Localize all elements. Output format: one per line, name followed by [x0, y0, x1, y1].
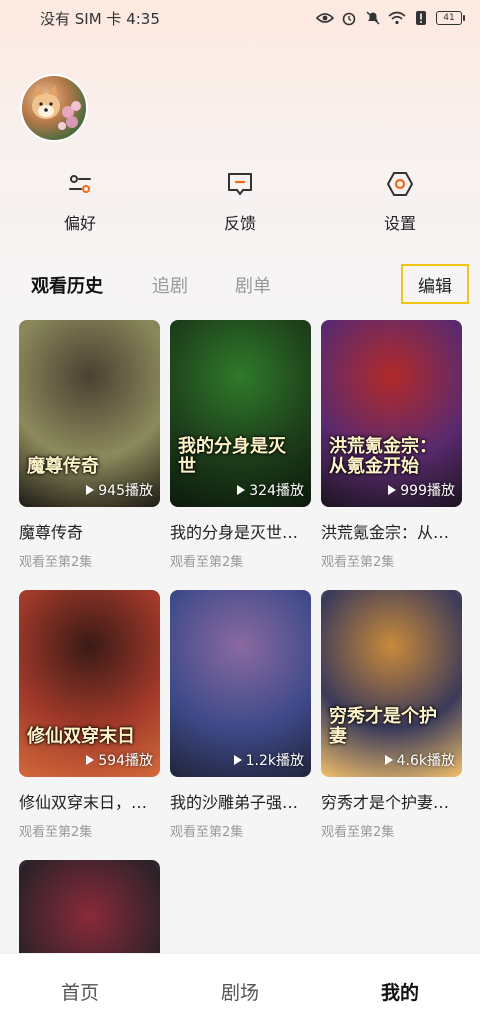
drama-cover: 1.2k播放 [170, 590, 311, 777]
drama-cover: 修仙双穿末日 594播放 [19, 590, 160, 777]
settings-icon [387, 172, 413, 196]
play-count: 1.2k播放 [233, 750, 304, 770]
settings-button[interactable]: 设置 [320, 170, 480, 240]
play-count: 999播放 [388, 480, 455, 500]
cover-art-title: 魔尊传奇 [27, 456, 99, 478]
preferences-icon [69, 175, 91, 193]
watch-progress: 观看至第2集 [19, 555, 93, 570]
play-icon [384, 755, 393, 765]
drama-title: 我的沙雕弟子强… [170, 793, 299, 812]
wifi-icon [388, 11, 406, 25]
drama-cover: 我的分身是灭世 324播放 [170, 320, 311, 507]
cover-art-title: 穷秀才是个护妻 [329, 706, 437, 748]
drama-title: 穷秀才是个护妻… [321, 793, 450, 812]
watch-progress: 观看至第2集 [321, 825, 395, 840]
settings-label: 设置 [383, 214, 416, 233]
feedback-label: 反馈 [223, 214, 256, 233]
alarm-icon [340, 11, 358, 26]
drama-title: 洪荒氪金宗：从… [321, 523, 450, 542]
tab-watch-history[interactable]: 观看历史 [31, 272, 103, 298]
user-avatar[interactable] [20, 74, 88, 142]
quick-actions: 偏好 反馈 设置 [0, 170, 480, 240]
drama-card[interactable]: 我的分身是灭世 324播放 我的分身是灭世… 观看至第2集 [170, 320, 311, 570]
status-bar: 没有 SIM 卡 4:35 41 [0, 0, 480, 36]
nav-home[interactable]: 首页 [0, 954, 160, 1027]
play-count: 594播放 [86, 750, 153, 770]
eye-icon [316, 11, 334, 25]
play-count: 324播放 [237, 480, 304, 500]
alert-icon [412, 11, 430, 25]
watch-progress: 观看至第2集 [170, 825, 244, 840]
mute-icon [364, 11, 382, 25]
cover-art-title: 修仙双穿末日 [27, 726, 135, 748]
feedback-button[interactable]: 反馈 [160, 170, 320, 240]
drama-cover: 魔尊传奇 945播放 [19, 320, 160, 507]
drama-title: 魔尊传奇 [19, 523, 84, 542]
preferences-button[interactable]: 偏好 [0, 170, 160, 240]
drama-cover: 洪荒氪金宗：从氪金开始 999播放 [321, 320, 462, 507]
history-tabs: 观看历史 追剧 剧单 编辑 [0, 264, 480, 306]
cover-art-title: 洪荒氪金宗：从氪金开始 [329, 436, 437, 478]
cover-art-title: 我的分身是灭世 [178, 436, 286, 478]
tab-following[interactable]: 追剧 [152, 272, 188, 298]
play-count: 4.6k播放 [384, 750, 455, 770]
play-count: 945播放 [86, 480, 153, 500]
battery-icon: 41 [436, 11, 465, 25]
play-icon [388, 485, 397, 495]
nav-theater[interactable]: 剧场 [160, 954, 320, 1027]
drama-card[interactable]: 魔尊传奇 945播放 魔尊传奇 观看至第2集 [19, 320, 160, 570]
carrier-time: 没有 SIM 卡 4:35 [40, 9, 160, 28]
play-icon [233, 755, 242, 765]
drama-card[interactable]: 修仙双穿末日 594播放 修仙双穿末日，… 观看至第2集 [19, 590, 160, 840]
edit-button[interactable]: 编辑 [401, 264, 469, 304]
status-icons: 41 [316, 11, 465, 26]
preferences-label: 偏好 [63, 214, 96, 233]
drama-cover: 穷秀才是个护妻 4.6k播放 [321, 590, 462, 777]
nav-mine[interactable]: 我的 [320, 954, 480, 1027]
drama-card[interactable]: 1.2k播放 我的沙雕弟子强… 观看至第2集 [170, 590, 311, 840]
drama-title: 修仙双穿末日，… [19, 793, 148, 812]
watch-progress: 观看至第2集 [19, 825, 93, 840]
play-icon [237, 485, 246, 495]
drama-card[interactable]: 洪荒氪金宗：从氪金开始 999播放 洪荒氪金宗：从… 观看至第2集 [321, 320, 462, 570]
watch-progress: 观看至第2集 [321, 555, 395, 570]
play-icon [86, 485, 95, 495]
bottom-nav: 首页 剧场 我的 [0, 953, 480, 1027]
drama-title: 我的分身是灭世… [170, 523, 299, 542]
play-icon [86, 755, 95, 765]
watch-progress: 观看至第2集 [170, 555, 244, 570]
feedback-icon [228, 173, 252, 195]
tab-playlists[interactable]: 剧单 [235, 272, 271, 298]
drama-card[interactable]: 穷秀才是个护妻 4.6k播放 穷秀才是个护妻… 观看至第2集 [321, 590, 462, 840]
